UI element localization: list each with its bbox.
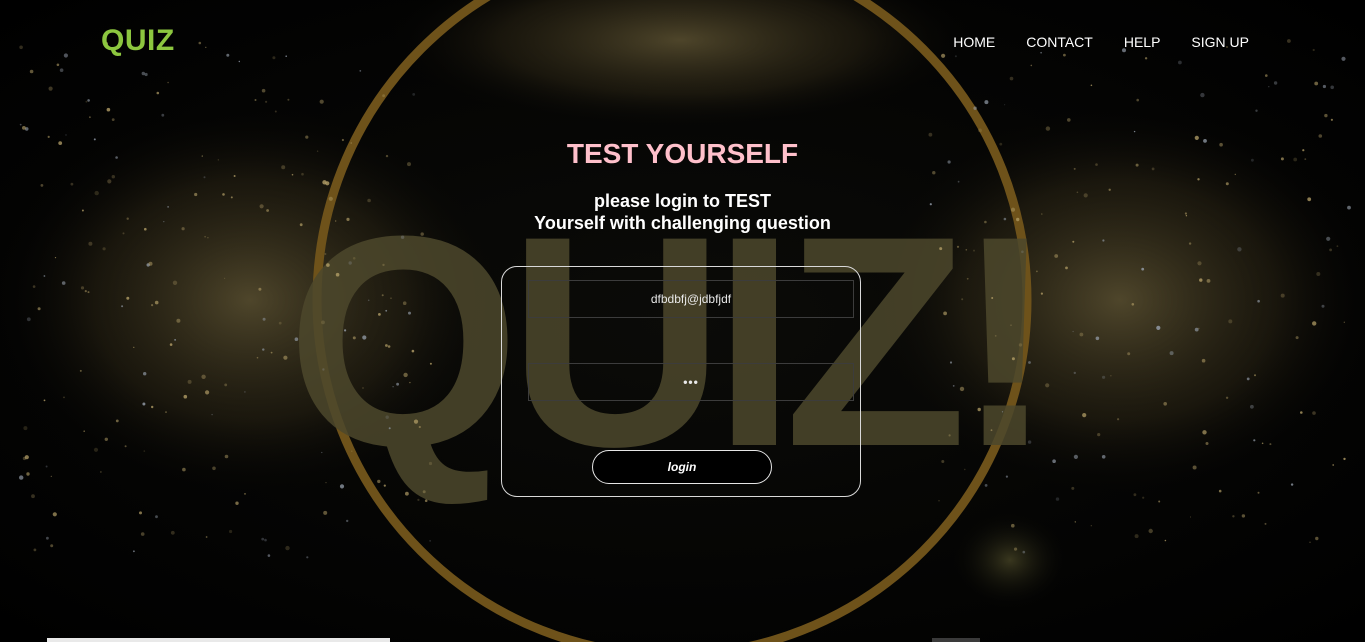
page: QUIZ! QUIZ HOME CONTACT HELP SIGN UP TES… [0, 0, 1365, 642]
nav-contact[interactable]: CONTACT [1026, 34, 1093, 50]
glow-bottom [950, 510, 1070, 610]
login-button[interactable]: login [592, 450, 772, 484]
subtitle-line-2: Yourself with challenging question [534, 213, 831, 233]
nav-help[interactable]: HELP [1124, 34, 1161, 50]
page-title: TEST YOURSELF [566, 138, 799, 169]
login-form: dfbdbfj@jdbfjdf ••• login [501, 266, 861, 497]
password-field[interactable]: ••• [528, 363, 854, 401]
logo[interactable]: QUIZ [101, 24, 175, 58]
top-nav: HOME CONTACT HELP SIGN UP [953, 34, 1249, 50]
nav-sign-up[interactable]: SIGN UP [1191, 34, 1249, 50]
bottom-scroll-indicator [47, 638, 390, 642]
nav-home[interactable]: HOME [953, 34, 995, 50]
bottom-scroll-indicator-right [932, 638, 980, 642]
subtitle-line-1: please login to TEST [593, 191, 772, 211]
email-field[interactable]: dfbdbfj@jdbfjdf [528, 280, 854, 318]
subtitle: please login to TEST Yourself with chall… [0, 190, 1365, 234]
